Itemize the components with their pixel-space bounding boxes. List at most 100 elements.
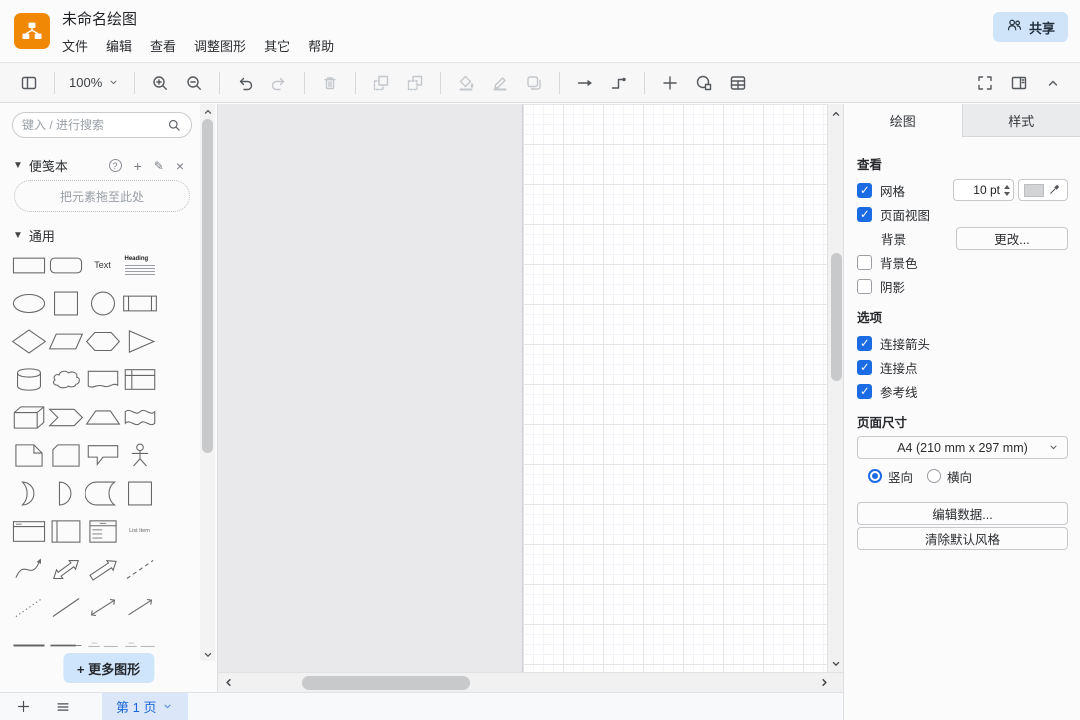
shape-square[interactable] xyxy=(47,284,84,322)
option-checkbox-2[interactable] xyxy=(857,384,872,399)
shape-list-item[interactable]: List Item xyxy=(121,512,158,550)
drawing-page[interactable] xyxy=(522,104,827,672)
clear-default-style-button[interactable]: 清除默认风格 xyxy=(857,527,1068,550)
shape-link[interactable] xyxy=(47,626,84,649)
shape-text[interactable]: Text xyxy=(84,246,121,284)
shape-cube[interactable] xyxy=(10,398,47,436)
connection-icon[interactable] xyxy=(604,68,634,98)
pages-menu-button[interactable] xyxy=(46,693,80,720)
shape-and[interactable] xyxy=(47,474,84,512)
shadow-checkbox[interactable] xyxy=(857,279,872,294)
shape-line[interactable] xyxy=(47,588,84,626)
grid-size-stepper[interactable] xyxy=(1004,185,1010,196)
collapse-icon[interactable] xyxy=(1038,68,1068,98)
shape-parallelogram[interactable] xyxy=(47,322,84,360)
shape-rectangle[interactable] xyxy=(10,246,47,284)
scratchpad-drop-area[interactable]: 把元素拖至此处 xyxy=(14,180,190,212)
canvas[interactable] xyxy=(218,104,843,692)
shape-card[interactable] xyxy=(47,436,84,474)
shape-vertical-container[interactable] xyxy=(47,512,84,550)
grid-color-button[interactable] xyxy=(1018,179,1068,201)
tab-diagram[interactable]: 绘图 xyxy=(844,104,962,137)
zoom-dropdown[interactable]: 100% xyxy=(65,75,124,90)
paper-size-select[interactable]: A4 (210 mm x 297 mm) xyxy=(857,436,1068,459)
shape-trapezoid[interactable] xyxy=(84,398,121,436)
sidebar-scrollbar[interactable] xyxy=(200,104,215,661)
edit-data-button[interactable]: 编辑数据... xyxy=(857,502,1068,525)
shape-ellipse[interactable] xyxy=(10,284,47,322)
add-page-button[interactable] xyxy=(6,693,40,720)
zoom-in-icon[interactable] xyxy=(145,68,175,98)
shape-textbox[interactable]: Heading xyxy=(121,246,158,284)
scratchpad-header[interactable]: ▼ 便笺本 ?+✎× xyxy=(0,156,200,175)
help-icon[interactable]: ? xyxy=(109,159,122,172)
menu-item-1[interactable]: 编辑 xyxy=(106,36,132,55)
menu-item-4[interactable]: 其它 xyxy=(264,36,290,55)
general-section-header[interactable]: ▼ 通用 xyxy=(0,226,200,245)
waypoints-icon[interactable] xyxy=(570,68,600,98)
sidebar-toggle-icon[interactable] xyxy=(14,68,44,98)
shape-step[interactable] xyxy=(47,398,84,436)
grid-checkbox[interactable] xyxy=(857,183,872,198)
page-tab-1[interactable]: 第 1 页 xyxy=(102,693,188,720)
shape-callout[interactable] xyxy=(84,436,121,474)
shape-process[interactable] xyxy=(121,284,158,322)
scroll-up-icon[interactable] xyxy=(829,106,843,120)
landscape-radio[interactable] xyxy=(927,469,941,483)
grid-size-input[interactable]: 10 pt xyxy=(953,179,1014,201)
shape-triangle[interactable] xyxy=(121,322,158,360)
shape-window[interactable] xyxy=(10,512,47,550)
shape-bidirectional-connector[interactable] xyxy=(84,588,121,626)
shape-circle[interactable] xyxy=(84,284,121,322)
add-icon[interactable]: + xyxy=(134,159,142,173)
format-panel-icon[interactable] xyxy=(1004,68,1034,98)
freehand-icon[interactable] xyxy=(689,68,719,98)
change-background-button[interactable]: 更改... xyxy=(956,227,1068,250)
scroll-right-icon[interactable] xyxy=(817,675,831,689)
shape-note[interactable] xyxy=(10,436,47,474)
menu-item-3[interactable]: 调整图形 xyxy=(194,36,246,55)
menu-item-0[interactable]: 文件 xyxy=(62,36,88,55)
more-shapes-button[interactable]: + 更多图形 xyxy=(63,653,154,683)
share-button[interactable]: 共享 xyxy=(993,12,1068,42)
shape-list[interactable] xyxy=(84,512,121,550)
shape-labeled-link-2[interactable] xyxy=(121,626,158,649)
shape-horizontal-line[interactable] xyxy=(10,626,47,649)
shape-curve[interactable] xyxy=(10,550,47,588)
shape-internal-storage[interactable] xyxy=(121,360,158,398)
undo-icon[interactable] xyxy=(230,68,260,98)
shape-dotted-line[interactable] xyxy=(10,588,47,626)
shape-or[interactable] xyxy=(10,474,47,512)
shape-cylinder[interactable] xyxy=(10,360,47,398)
shape-data-storage[interactable] xyxy=(84,474,121,512)
shape-bidirectional-arrow[interactable] xyxy=(47,550,84,588)
canvas-vscroll-thumb[interactable] xyxy=(831,253,842,381)
canvas-hscroll-thumb[interactable] xyxy=(302,676,470,690)
canvas-vertical-scrollbar[interactable] xyxy=(827,104,843,672)
tab-style[interactable]: 样式 xyxy=(962,104,1080,137)
shape-container[interactable] xyxy=(121,474,158,512)
insert-icon[interactable] xyxy=(655,68,685,98)
shape-hexagon[interactable] xyxy=(84,322,121,360)
option-checkbox-1[interactable] xyxy=(857,360,872,375)
shape-labeled-link[interactable] xyxy=(84,626,121,649)
scroll-down-icon[interactable] xyxy=(829,656,843,670)
scroll-up-icon[interactable] xyxy=(200,104,215,118)
shape-document[interactable] xyxy=(84,360,121,398)
table-icon[interactable] xyxy=(723,68,753,98)
shape-directional-connector[interactable] xyxy=(121,588,158,626)
background-color-checkbox[interactable] xyxy=(857,255,872,270)
scroll-down-icon[interactable] xyxy=(200,647,215,661)
edit-icon[interactable]: ✎ xyxy=(154,160,164,172)
shape-dashed-line[interactable] xyxy=(121,550,158,588)
fullscreen-icon[interactable] xyxy=(970,68,1000,98)
page-view-checkbox[interactable] xyxy=(857,207,872,222)
zoom-out-icon[interactable] xyxy=(179,68,209,98)
portrait-radio[interactable] xyxy=(868,469,882,483)
shape-tape[interactable] xyxy=(121,398,158,436)
shape-actor[interactable] xyxy=(121,436,158,474)
option-checkbox-0[interactable] xyxy=(857,336,872,351)
canvas-horizontal-scrollbar[interactable] xyxy=(218,672,843,692)
menu-item-2[interactable]: 查看 xyxy=(150,36,176,55)
menu-item-5[interactable]: 帮助 xyxy=(308,36,334,55)
